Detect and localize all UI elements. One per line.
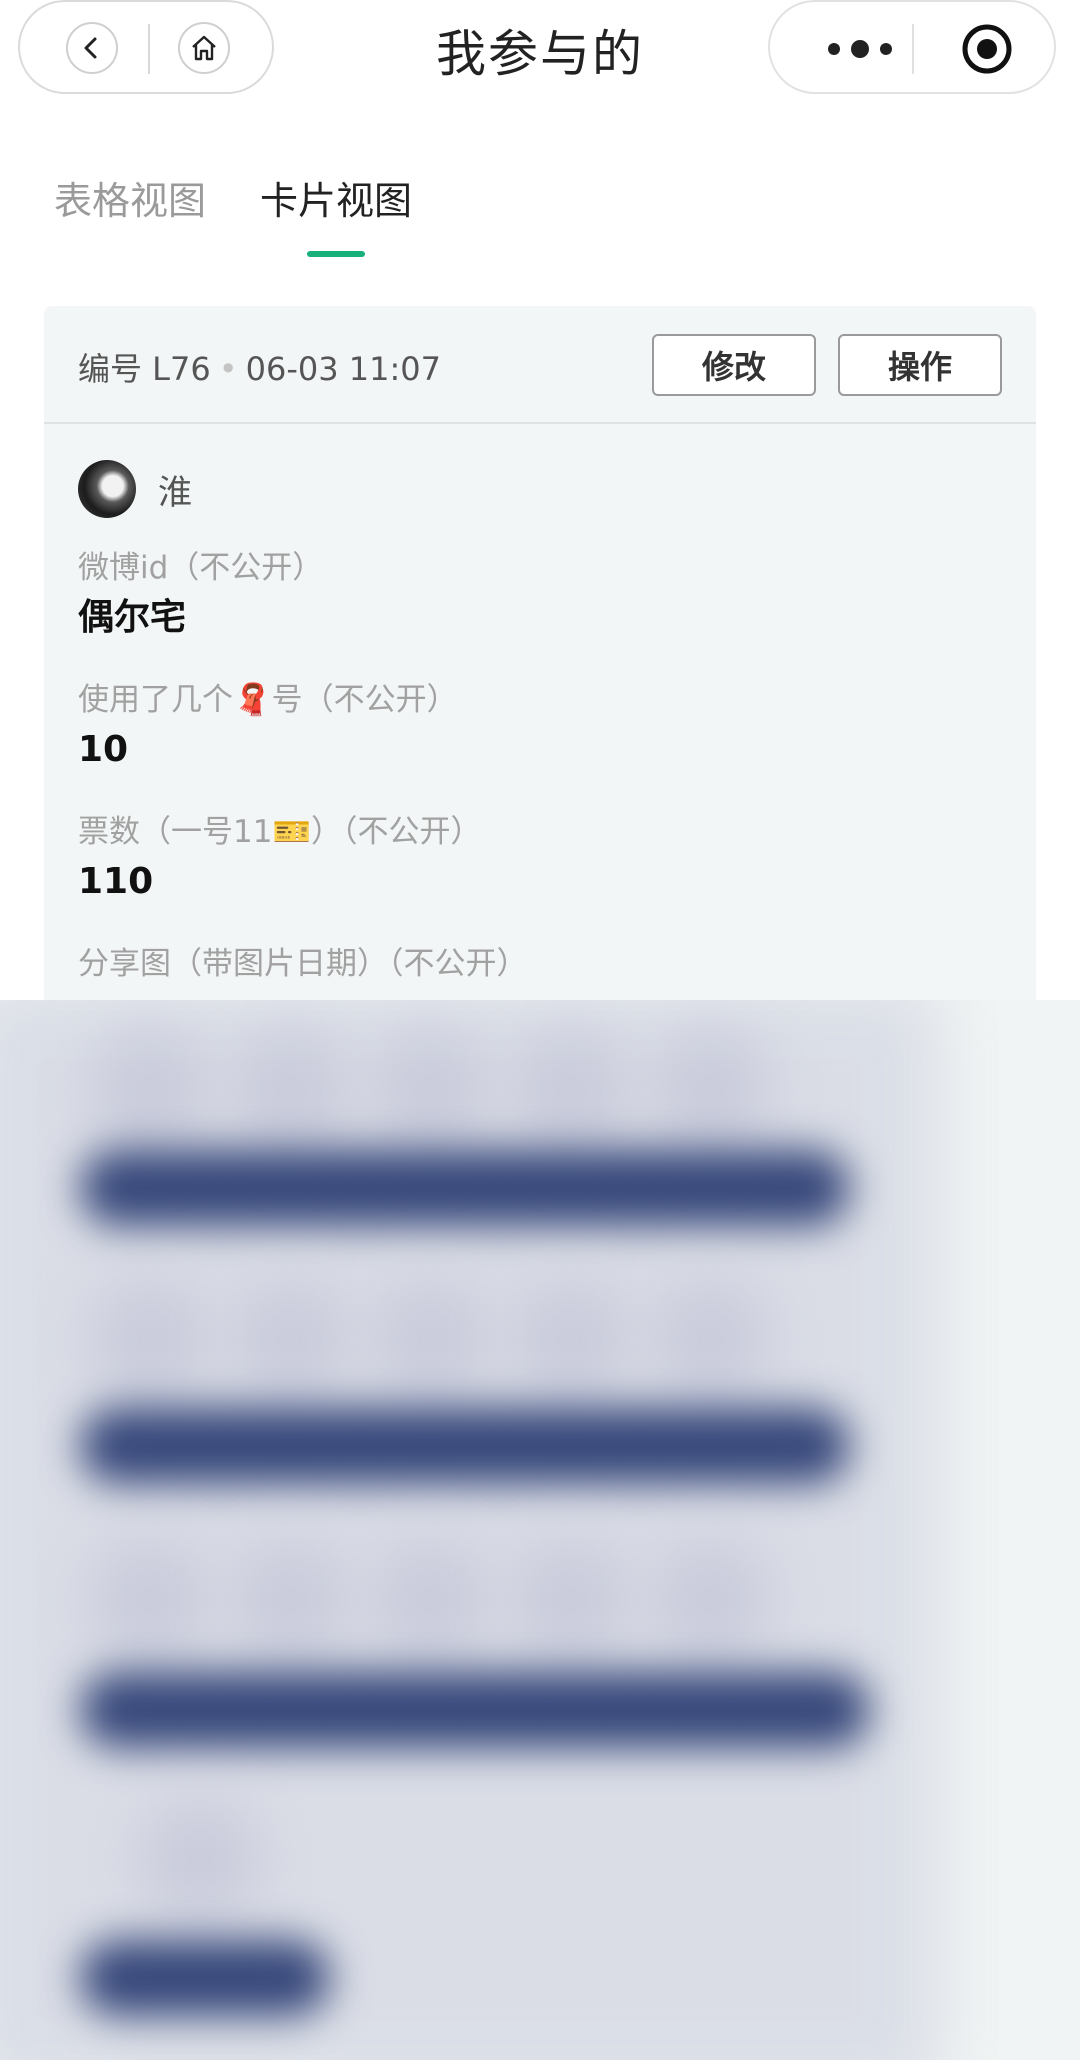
blur-cell xyxy=(650,1280,770,1400)
blurred-bar xyxy=(80,1408,850,1484)
blur-cell xyxy=(230,1030,350,1150)
blur-cell xyxy=(90,1540,210,1660)
field-label: 票数（一号11🎫）（不公开） xyxy=(78,814,482,850)
blur-cell xyxy=(90,1280,210,1400)
field-value: 10 xyxy=(78,729,129,770)
blurred-bar xyxy=(80,1150,850,1226)
user-row: 淮 xyxy=(78,460,192,518)
blur-cell xyxy=(370,1030,490,1150)
tab-card-view[interactable]: 卡片视图 xyxy=(260,170,412,249)
blur-cell xyxy=(90,1030,210,1150)
blurred-bar xyxy=(80,1940,330,2016)
more-dots-icon[interactable] xyxy=(810,38,910,60)
card-meta: 编号 L76 • 06-03 11:07 xyxy=(78,344,441,390)
blur-cell xyxy=(650,1540,770,1660)
field-value: 偶尔宅 xyxy=(78,597,187,638)
record-id: 编号 L76 xyxy=(78,350,211,388)
miniprogram-capsule xyxy=(768,0,1056,94)
blur-cell xyxy=(650,1030,770,1150)
field-share-image: 分享图（带图片日期）（不公开） xyxy=(78,944,528,984)
blurred-share-image xyxy=(0,1000,1080,2060)
capsule-divider xyxy=(912,24,914,74)
field-value: 110 xyxy=(78,861,154,902)
blur-cell xyxy=(510,1540,630,1660)
blur-cell xyxy=(510,1280,630,1400)
edit-button[interactable]: 修改 xyxy=(652,334,816,396)
blur-cell xyxy=(370,1540,490,1660)
blur-cell xyxy=(370,1280,490,1400)
card-header: 编号 L76 • 06-03 11:07 修改 操作 xyxy=(44,306,1036,424)
blur-cell xyxy=(140,1800,260,1920)
target-close-icon[interactable] xyxy=(960,22,1014,76)
field-votes: 票数（一号11🎫）（不公开） 110 xyxy=(78,812,482,904)
record-datetime: 06-03 11:07 xyxy=(245,350,441,388)
field-scarf-count: 使用了几个🧣号（不公开） 10 xyxy=(78,680,458,772)
view-tabs: 表格视图 卡片视图 xyxy=(54,170,412,249)
blurred-bar xyxy=(80,1672,870,1748)
field-label: 分享图（带图片日期）（不公开） xyxy=(78,946,528,982)
avatar xyxy=(78,460,136,518)
meta-separator: • xyxy=(218,350,238,388)
field-label: 微博id（不公开） xyxy=(78,550,324,586)
field-weibo-id: 微博id（不公开） 偶尔宅 xyxy=(78,548,323,640)
blur-cell xyxy=(510,1030,630,1150)
operations-button[interactable]: 操作 xyxy=(838,334,1002,396)
tab-table-view[interactable]: 表格视图 xyxy=(54,170,206,249)
blur-cell xyxy=(230,1540,350,1660)
field-label: 使用了几个🧣号（不公开） xyxy=(78,682,458,718)
user-name: 淮 xyxy=(158,472,192,513)
blur-cell xyxy=(230,1280,350,1400)
